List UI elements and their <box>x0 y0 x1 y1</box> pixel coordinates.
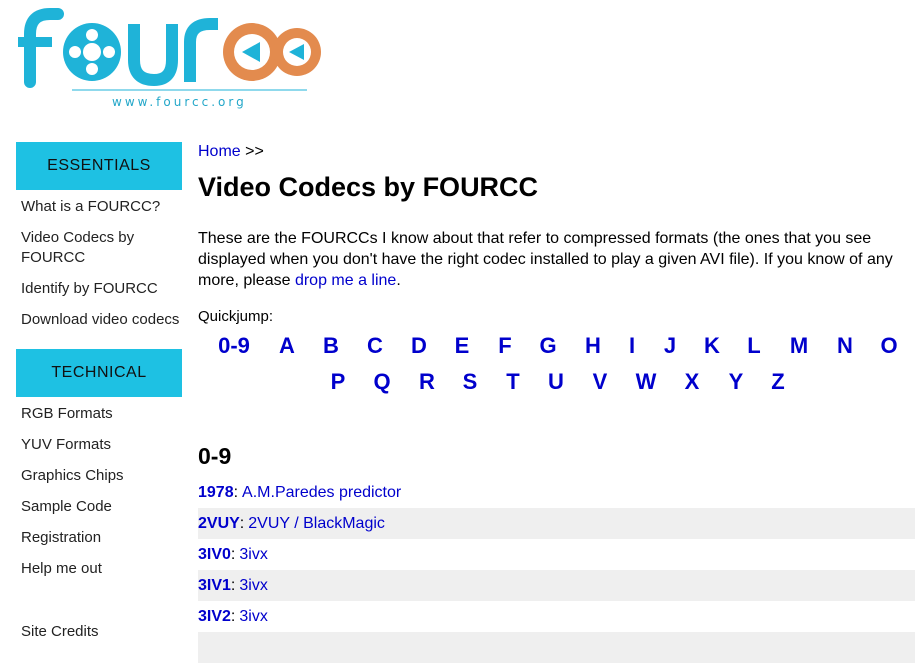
section-heading: 0-9 <box>198 443 232 469</box>
sidebar-item-graphics-chips[interactable]: Graphics Chips <box>21 466 181 486</box>
list-item: 2VUY:2VUY / BlackMagic <box>198 508 915 539</box>
quickjump-a[interactable]: A <box>279 333 295 359</box>
quickjump-d[interactable]: D <box>411 333 427 359</box>
quickjump-t[interactable]: T <box>506 369 519 395</box>
quickjump-j[interactable]: J <box>664 333 676 359</box>
quickjump-s[interactable]: S <box>463 369 478 395</box>
sidebar-heading-technical: TECHNICAL <box>16 349 182 397</box>
quickjump-c[interactable]: C <box>367 333 383 359</box>
quickjump-p[interactable]: P <box>331 369 346 395</box>
quickjump-v[interactable]: V <box>593 369 608 395</box>
codec-code-link[interactable]: 3IV1 <box>198 577 231 595</box>
quickjump-k[interactable]: K <box>704 333 720 359</box>
quickjump-0-9[interactable]: 0-9 <box>218 333 250 359</box>
quickjump-u[interactable]: U <box>548 369 564 395</box>
quickjump-label: Quickjump: <box>198 308 274 325</box>
sidebar-item-identify[interactable]: Identify by FOURCC <box>21 279 181 299</box>
breadcrumb-separator: >> <box>245 143 264 160</box>
list-item: 1978: A.M.Paredes predictor <box>198 477 915 508</box>
quickjump-g[interactable]: G <box>539 333 556 359</box>
codec-code-link[interactable]: 1978 <box>198 484 234 502</box>
list-separator: : <box>230 576 236 594</box>
list-separator: : <box>230 545 236 563</box>
quickjump-n[interactable]: N <box>837 333 853 359</box>
sidebar-heading-essentials: ESSENTIALS <box>16 142 182 190</box>
sidebar-item-sample-code[interactable]: Sample Code <box>21 497 181 517</box>
breadcrumb-home-link[interactable]: Home <box>198 143 241 160</box>
quickjump-l[interactable]: L <box>747 333 760 359</box>
sidebar-item-what-is-fourcc[interactable]: What is a FOURCC? <box>21 197 181 217</box>
sidebar-item-video-codecs[interactable]: Video Codecs by FOURCC <box>21 228 181 268</box>
codec-desc-link[interactable]: A.M.Paredes predictor <box>242 484 401 502</box>
quickjump-w[interactable]: W <box>636 369 657 395</box>
quickjump-q[interactable]: Q <box>373 369 390 395</box>
list-item: 3IV2:3ivx <box>198 601 915 632</box>
list-separator: : <box>239 514 245 532</box>
quickjump-z[interactable]: Z <box>771 369 784 395</box>
list-separator: : <box>230 607 236 625</box>
logo-url: www.fourcc.org <box>112 95 247 109</box>
codec-desc-link[interactable]: 3ivx <box>239 608 267 626</box>
quickjump-h[interactable]: H <box>585 333 601 359</box>
fourcc-logo-icon <box>18 8 321 91</box>
quickjump-x[interactable]: X <box>685 369 700 395</box>
site-logo[interactable]: www.fourcc.org <box>12 2 322 112</box>
codec-code-link[interactable]: 3IV2 <box>198 608 231 626</box>
sidebar-item-download-codecs[interactable]: Download video codecs <box>21 310 181 330</box>
codec-desc-link[interactable]: 3ivx <box>239 546 267 564</box>
quickjump-r[interactable]: R <box>419 369 435 395</box>
quickjump-y[interactable]: Y <box>729 369 744 395</box>
sidebar-item-registration[interactable]: Registration <box>21 528 181 548</box>
quickjump-i[interactable]: I <box>629 333 635 359</box>
sidebar-item-help-me-out[interactable]: Help me out <box>21 559 181 579</box>
codec-desc-link[interactable]: 3ivx <box>239 577 267 595</box>
breadcrumb: Home >> <box>198 143 264 161</box>
list-item-partial <box>198 632 915 663</box>
list-item: 3IV0:3ivx <box>198 539 915 570</box>
sidebar-item-yuv-formats[interactable]: YUV Formats <box>21 435 181 455</box>
list-separator: : <box>233 483 239 501</box>
codec-code-link[interactable]: 3IV0 <box>198 546 231 564</box>
quickjump-m[interactable]: M <box>790 333 808 359</box>
list-item: 3IV1:3ivx <box>198 570 915 601</box>
quickjump-o[interactable]: O <box>880 333 897 359</box>
contact-link[interactable]: drop me a line <box>295 272 396 289</box>
codec-code-link[interactable]: 2VUY <box>198 515 240 533</box>
codec-desc-link[interactable]: 2VUY / BlackMagic <box>248 515 385 533</box>
sidebar-item-site-credits[interactable]: Site Credits <box>21 622 181 642</box>
page-title: Video Codecs by FOURCC <box>198 172 539 202</box>
intro-paragraph: These are the FOURCCs I know about that … <box>198 228 903 291</box>
quickjump-b[interactable]: B <box>323 333 339 359</box>
intro-end: . <box>396 272 401 289</box>
quickjump-e[interactable]: E <box>455 333 470 359</box>
quickjump-f[interactable]: F <box>498 333 511 359</box>
sidebar-item-rgb-formats[interactable]: RGB Formats <box>21 404 181 424</box>
